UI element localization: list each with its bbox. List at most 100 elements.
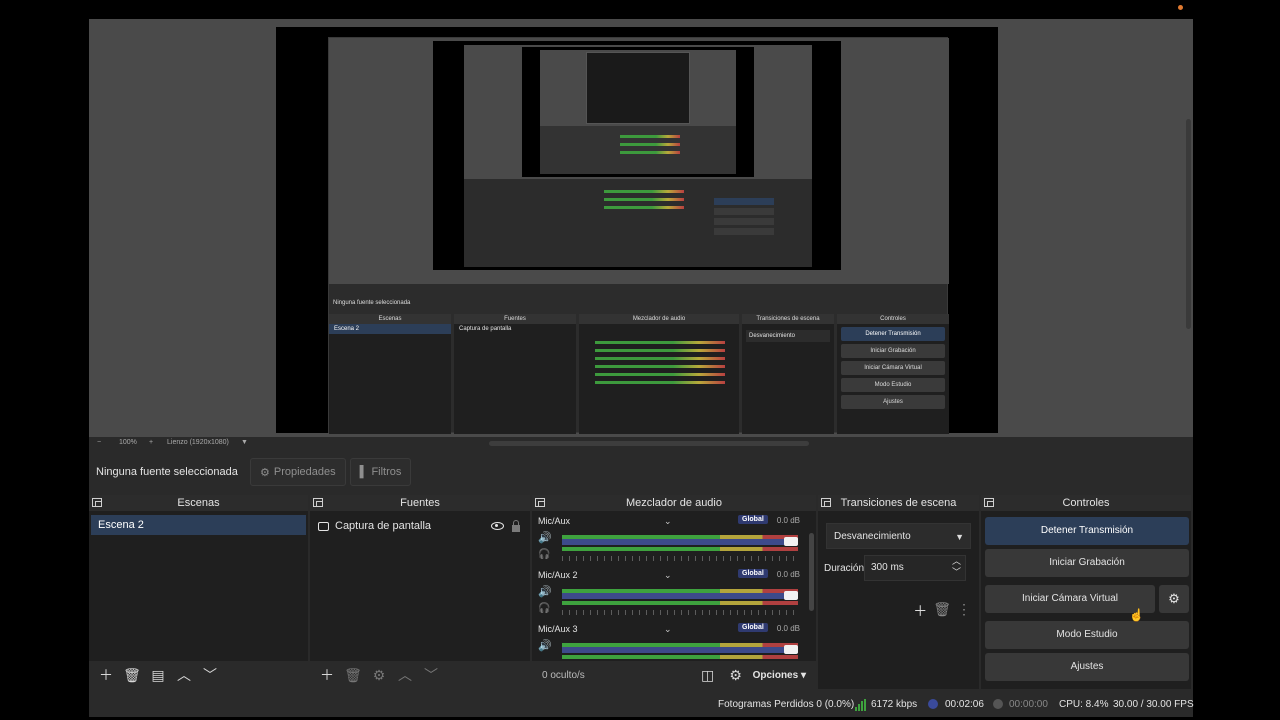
filters-button[interactable]: ▌ Filtros [349,458,412,486]
duration-label: Duración [824,562,865,574]
chevron-down-icon[interactable]: ⌄ [664,570,672,581]
audio-mixer-dock: Mezclador de audio Mic/Aux ⌄ Global 0.0 … [532,495,816,689]
chevron-up-icon[interactable]: ︿ [173,664,195,686]
trash-icon[interactable]: 🗑 [342,664,364,686]
chevron-up-icon[interactable]: ︿ [394,664,416,686]
channel-name: Mic/Aux 3 [538,624,578,634]
global-badge: Global [738,623,768,632]
nested-preview [329,38,949,284]
filter-icon[interactable]: ▤ [147,664,169,686]
docks-row: Escenas Escena 2 ＋ 🗑 ▤ ︿ ﹀ Fuentes Captu… [89,495,1193,689]
volume-meter[interactable] [562,643,798,659]
speaker-icon[interactable]: 🔊 [538,531,552,544]
signal-icon [855,699,867,711]
recording-indicator-dot [1178,5,1183,10]
sources-dock-header: Fuentes [310,495,530,511]
options-button[interactable]: Opciones ▾ [753,670,806,681]
zoom-dropdown-icon[interactable]: ▼ [241,439,248,446]
layout-icon[interactable]: ◫ [697,664,719,686]
studio-mode-button[interactable]: Modo Estudio [985,621,1189,649]
properties-button[interactable]: ⚙ Propiedades [250,458,346,486]
channel-db: 0.0 dB [776,570,800,579]
spin-arrows-icon[interactable]: ︿ ﹀ [952,556,961,578]
add-icon[interactable]: ＋ [316,664,338,686]
undock-icon[interactable] [313,498,323,507]
sources-title: Fuentes [400,497,440,509]
eye-icon[interactable] [491,522,504,530]
monitor-off-icon[interactable]: 🎧 [538,603,550,614]
volume-meter[interactable] [562,535,798,555]
monitor-off-icon[interactable]: 🎧 [538,549,550,560]
global-badge: Global [738,515,768,524]
source-name: Captura de pantalla [335,520,432,532]
trash-icon[interactable]: 🗑 [933,601,951,621]
source-item[interactable]: Captura de pantalla [314,515,526,537]
lock-icon[interactable] [512,519,520,532]
advanced-audio-icon[interactable]: ⚙ [725,664,747,686]
chevron-down-icon[interactable]: ﹀ [199,664,221,686]
nested-mixer-header: Mezclador de audio [579,314,739,324]
nested-capture-3 [540,50,736,174]
undock-icon[interactable] [984,498,994,507]
zoom-level: 100% [119,439,137,446]
duration-value: 300 ms [871,562,904,573]
add-icon[interactable]: ＋ [913,601,927,621]
mixer-channel: Mic/Aux 2 ⌄ Global 0.0 dB 🔊 🎧 [536,567,812,621]
nested-source-item: Captura de pantalla [459,326,512,332]
add-icon[interactable]: ＋ [95,664,117,686]
nested-capture-2 [464,45,812,267]
volume-meter[interactable] [562,589,798,609]
speaker-icon[interactable]: 🔊 [538,639,552,652]
trash-icon[interactable]: 🗑 [121,664,143,686]
nested-start-recording: Iniciar Grabación [841,344,945,358]
undock-icon[interactable] [535,498,545,507]
no-source-label: Ninguna fuente seleccionada [96,466,238,478]
undock-icon[interactable] [821,498,831,507]
nested-studio-mode: Modo Estudio [841,378,945,392]
settings-button[interactable]: Ajustes [985,653,1189,681]
stream-time: 00:02:06 [945,699,984,710]
preview-zoom-bar: − 100% + Lienzo (1920x1080) ▼ [89,437,1193,451]
preview-vertical-scrollbar[interactable] [1186,119,1191,329]
mixer-title: Mezclador de audio [625,497,722,509]
chevron-down-icon: ▼ [955,532,964,542]
stop-stream-button[interactable]: Detener Transmisión [985,517,1189,545]
volume-slider-handle[interactable] [784,591,798,600]
start-recording-button[interactable]: Iniciar Grabación [985,549,1189,577]
volume-slider-handle[interactable] [784,537,798,546]
zoom-in-button[interactable]: + [149,439,153,446]
mouse-cursor-icon: ☝ [1129,608,1144,622]
more-options-icon[interactable]: ⋮ [957,601,971,621]
chevron-down-icon[interactable]: ⌄ [664,624,672,635]
undock-icon[interactable] [92,498,102,507]
gear-icon[interactable]: ⚙ [1159,585,1189,613]
gear-icon: ⚙ [260,466,270,479]
speaker-icon[interactable]: 🔊 [538,585,552,598]
preview-area[interactable]: Ninguna fuente seleccionada Escenas Fuen… [89,19,1193,437]
dropped-frames: Fotogramas Perdidos 0 (0.0%) [718,699,855,710]
duration-input[interactable]: 300 ms ︿ ﹀ [864,555,966,581]
transition-select[interactable]: Desvanecimiento ▼ [826,523,971,549]
nested-capture-1: Ninguna fuente seleccionada Escenas Fuen… [328,37,949,434]
zoom-out-button[interactable]: − [97,439,101,446]
channel-db: 0.0 dB [776,516,800,525]
controls-dock: Controles Detener Transmisión Iniciar Gr… [981,495,1191,689]
source-toolbar: Ninguna fuente seleccionada ⚙ Propiedade… [89,451,1193,493]
nested-stop-stream: Detener Transmisión [841,327,945,341]
preview-canvas[interactable]: Ninguna fuente seleccionada Escenas Fuen… [276,27,998,434]
cpu-usage: CPU: 8.4% [1059,699,1109,710]
chevron-down-icon[interactable]: ﹀ [420,664,442,686]
properties-label: Propiedades [273,466,336,478]
volume-slider-handle[interactable] [784,645,798,654]
record-time: 00:00:00 [1009,699,1048,710]
record-status-icon [993,699,1003,709]
transitions-title: Transiciones de escena [840,497,957,509]
scene-item[interactable]: Escena 2 [91,515,306,535]
nested-scene-item: Escena 2 [329,324,451,334]
gear-icon[interactable]: ⚙ [368,664,390,686]
canvas-size-label: Lienzo (1920x1080) [167,439,229,446]
channel-name: Mic/Aux [538,516,571,526]
transitions-dock: Transiciones de escena Desvanecimiento ▼… [818,495,979,689]
preview-horizontal-scrollbar[interactable] [489,441,809,446]
chevron-down-icon[interactable]: ⌄ [664,516,672,527]
